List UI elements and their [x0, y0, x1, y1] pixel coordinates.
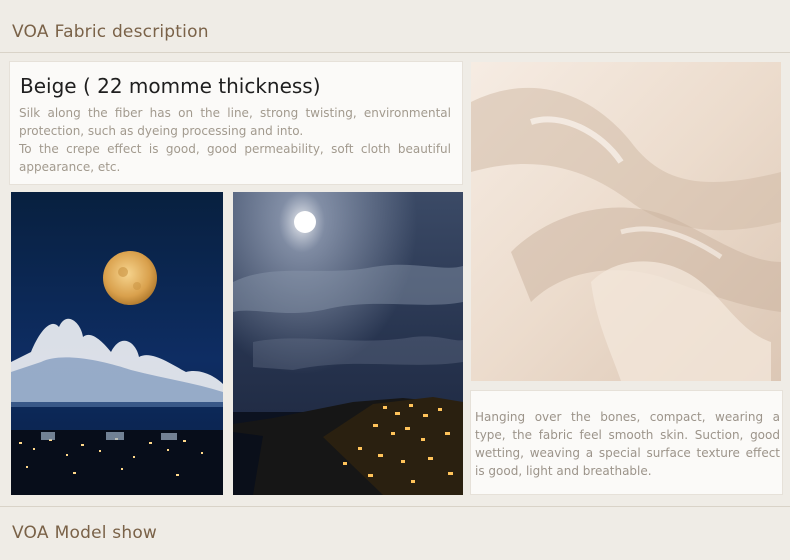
section-divider — [0, 506, 790, 507]
model-section-title: VOA Model show — [12, 523, 157, 543]
brand-label: VOA — [12, 523, 49, 543]
moonlit-coastal-village-photo — [233, 192, 463, 495]
description-paragraph: To the crepe effect is good, good permea… — [19, 142, 451, 174]
brand-label: VOA — [12, 22, 49, 42]
beige-silk-fabric-photo — [471, 62, 781, 381]
section-label: Model show — [54, 523, 158, 543]
section-label: Fabric description — [54, 22, 209, 42]
fabric-section-title: VOA Fabric description — [12, 22, 209, 42]
fabric-description: Silk along the fiber has on the line, st… — [19, 104, 451, 176]
full-moon-clouds-photo — [11, 192, 223, 495]
fabric-title: Beige ( 22 momme thickness) — [20, 74, 321, 98]
fabric-note: Hanging over the bones, compact, wearing… — [475, 410, 780, 478]
description-paragraph: Silk along the fiber has on the line, st… — [19, 106, 451, 138]
section-divider — [0, 52, 790, 53]
